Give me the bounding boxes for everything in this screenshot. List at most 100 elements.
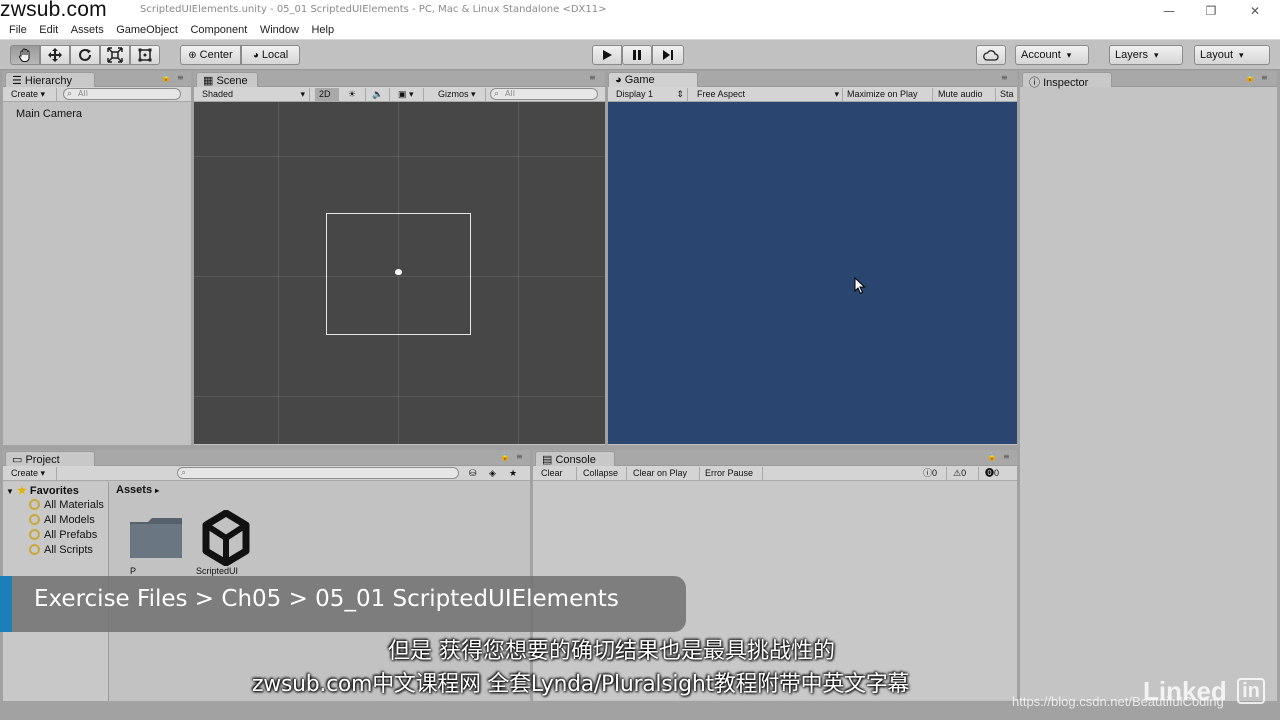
panel-menu-icon[interactable]: ≡ [177, 73, 184, 82]
tab-scene[interactable]: ▦ Scene [196, 72, 258, 87]
layout-dropdown[interactable]: Layout [1194, 45, 1270, 65]
scene-search-input[interactable]: All [490, 88, 598, 100]
asset-scene-label: ScriptedUI [196, 566, 239, 576]
console-collapse-toggle[interactable]: Collapse [579, 467, 627, 480]
tab-project[interactable]: ▭ Project [5, 451, 95, 466]
step-forward-icon [663, 50, 673, 60]
mute-audio-toggle[interactable]: Mute audio [934, 88, 996, 101]
filter-by-label-icon[interactable]: ◈ [485, 467, 501, 480]
favorite-all-materials[interactable]: All Materials [29, 499, 104, 511]
project-lock-icon[interactable]: 🔒 [500, 452, 510, 461]
project-search-input[interactable] [177, 467, 459, 479]
blog-url-watermark: https://blog.csdn.net/BeautifulCoding [1012, 694, 1224, 709]
linkedin-in-icon: in [1237, 678, 1265, 704]
cloud-button[interactable] [976, 45, 1006, 65]
hierarchy-create-button[interactable]: Create ▾ [7, 88, 57, 101]
tab-console[interactable]: ▤ Console [535, 451, 615, 466]
play-button[interactable] [592, 45, 622, 65]
move-tool-button[interactable] [40, 45, 70, 65]
favorites-folder[interactable]: ▼ ★ Favorites [6, 484, 79, 497]
hierarchy-tabstrip: ☰ Hierarchy 🔒 ≡ [3, 71, 191, 87]
console-clear-button[interactable]: Clear [537, 467, 577, 480]
stats-toggle[interactable]: Sta [996, 88, 1017, 101]
restore-button[interactable]: ❐ [1200, 3, 1222, 19]
favorite-label: All Prefabs [44, 529, 98, 541]
favorite-all-models[interactable]: All Models [29, 514, 95, 526]
project-menu-icon[interactable]: ≡ [516, 452, 523, 461]
camera-gizmo-icon[interactable] [395, 269, 402, 275]
hierarchy-item-main-camera[interactable]: Main Camera [16, 108, 82, 120]
console-lock-icon[interactable]: 🔒 [987, 452, 997, 461]
aspect-dropdown[interactable]: Free Aspect ▾ [693, 88, 843, 101]
gizmos-dropdown[interactable]: Gizmos ▾ [434, 88, 486, 101]
error-pause-toggle[interactable]: Error Pause [701, 467, 763, 480]
main-toolbar: ⊕ Center ◕ Local Account Layers Layout [0, 40, 1280, 70]
info-icon: ⓘ [1029, 77, 1044, 89]
account-dropdown[interactable]: Account [1015, 45, 1089, 65]
scene-panel-menu-icon[interactable]: ≡ [589, 73, 596, 82]
favorites-label: Favorites [29, 485, 79, 497]
hierarchy-search-input[interactable]: All [63, 88, 181, 100]
pivot-local-button[interactable]: ◕ Local [241, 45, 300, 65]
console-icon: ▤ [542, 454, 556, 466]
minimize-button[interactable]: — [1158, 3, 1180, 19]
scene-audio-toggle[interactable]: 🔈 [368, 88, 390, 101]
warning-count-toggle[interactable]: ⚠0 [949, 467, 979, 480]
project-create-button[interactable]: Create ▾ [7, 467, 57, 480]
display-label: Display 1 [616, 89, 654, 99]
pivot-local-label: Local [261, 49, 289, 61]
tab-inspector[interactable]: ⓘ Inspector [1022, 72, 1112, 89]
game-viewport[interactable] [608, 102, 1017, 444]
tab-hierarchy[interactable]: ☰ Hierarchy [5, 72, 95, 87]
watermark-text: zwsub.com [0, 0, 107, 21]
lock-icon[interactable]: 🔒 [161, 73, 171, 82]
scene-effects-dropdown[interactable]: ▣ ▾ [394, 88, 424, 101]
pivot-center-button[interactable]: ⊕ Center [180, 45, 241, 65]
scale-tool-button[interactable] [100, 45, 130, 65]
menu-window[interactable]: Window [260, 22, 299, 36]
game-panel-menu-icon[interactable]: ≡ [1001, 73, 1008, 82]
inspector-menu-icon[interactable]: ≡ [1261, 73, 1268, 82]
scene-viewport[interactable] [194, 102, 605, 444]
game-subbar: Display 1 ⇕ Free Aspect ▾ Maximize on Play… [608, 87, 1017, 102]
log-count-toggle[interactable]: ⓘ0 [919, 467, 947, 480]
layers-label: Layers [1115, 49, 1149, 61]
rotate-tool-button[interactable] [70, 45, 100, 65]
shading-mode-dropdown[interactable]: Shaded ▾ [198, 88, 310, 101]
error-count: 0 [994, 468, 1000, 478]
layers-dropdown[interactable]: Layers [1109, 45, 1183, 65]
favorite-star-icon[interactable]: ★ [505, 467, 521, 480]
hierarchy-list: Main Camera [3, 102, 191, 442]
menu-help[interactable]: Help [311, 22, 334, 36]
error-count-toggle[interactable]: ⓿0 [981, 467, 1011, 480]
menu-file[interactable]: File [9, 22, 27, 36]
play-icon [603, 50, 612, 60]
step-button[interactable] [652, 45, 684, 65]
menu-gameobject[interactable]: GameObject [116, 22, 178, 36]
menu-edit[interactable]: Edit [39, 22, 58, 36]
filter-by-type-icon[interactable]: ⛁ [465, 467, 481, 480]
rect-transform-icon [138, 48, 152, 62]
sun-icon: ☀ [348, 89, 357, 99]
scene-lighting-toggle[interactable]: ☀ [344, 88, 366, 101]
cloud-icon [983, 50, 999, 61]
pause-button[interactable] [622, 45, 652, 65]
pivot-center-icon: ⊕ [188, 49, 197, 61]
assets-breadcrumb[interactable]: Assets ▸ [116, 484, 159, 496]
maximize-on-play-toggle[interactable]: Maximize on Play [843, 88, 933, 101]
clear-on-play-toggle[interactable]: Clear on Play [629, 467, 700, 480]
display-dropdown[interactable]: Display 1 ⇕ [612, 88, 688, 101]
console-menu-icon[interactable]: ≡ [1003, 452, 1010, 461]
hand-tool-button[interactable] [10, 45, 40, 65]
menu-assets[interactable]: Assets [71, 22, 104, 36]
rect-tool-button[interactable] [130, 45, 160, 65]
inspector-lock-icon[interactable]: 🔒 [1245, 73, 1255, 82]
favorite-all-prefabs[interactable]: All Prefabs [29, 529, 97, 541]
mode-2d-toggle[interactable]: 2D [315, 88, 339, 101]
folder-icon[interactable] [128, 516, 184, 560]
close-button[interactable]: ✕ [1244, 3, 1266, 19]
tab-game[interactable]: ◕ Game [608, 72, 698, 87]
unity-scene-icon[interactable] [198, 510, 254, 566]
menu-component[interactable]: Component [190, 22, 247, 36]
favorite-all-scripts[interactable]: All Scripts [29, 544, 93, 556]
